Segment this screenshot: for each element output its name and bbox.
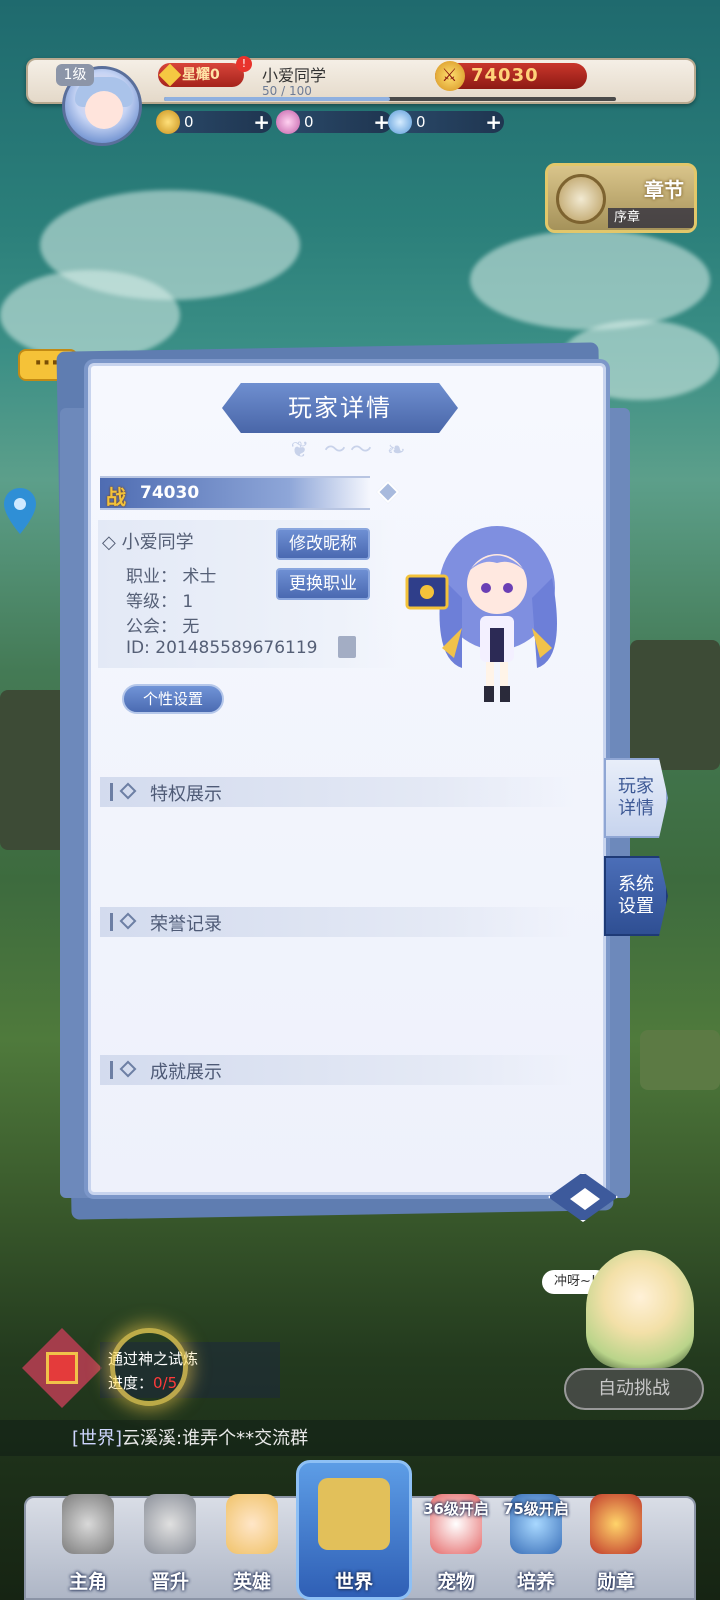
title-badge-label: 星耀0 bbox=[182, 67, 220, 83]
hero-character-image bbox=[405, 526, 557, 702]
nav-medals[interactable]: 勋章 bbox=[576, 1488, 656, 1600]
star-gem-icon bbox=[158, 63, 182, 87]
achievement-section-header: 成就展示 bbox=[100, 1055, 576, 1085]
chapter-button[interactable]: 章节 序章 bbox=[545, 163, 697, 233]
nav-heroes[interactable]: 英雄 bbox=[212, 1488, 292, 1600]
section-label: 荣誉记录 bbox=[150, 914, 222, 935]
gold-coin-icon bbox=[156, 110, 180, 134]
auto-challenge-button[interactable]: 自动挑战 bbox=[564, 1368, 704, 1410]
fairy-character-image[interactable] bbox=[586, 1250, 694, 1368]
nav-label: 勋章 bbox=[596, 1571, 635, 1593]
nav-lock-label: 36级开启 bbox=[423, 1500, 489, 1518]
level-value: 1 bbox=[182, 592, 194, 612]
knight-icon bbox=[62, 1494, 114, 1554]
add-blue-gem-button[interactable]: + bbox=[485, 111, 502, 133]
exp-text: 50 / 100 bbox=[262, 84, 312, 98]
tab-label: 系统 bbox=[618, 874, 654, 895]
guild-row: 公会： 无 bbox=[126, 617, 200, 637]
job-row: 职业： 术士 bbox=[126, 567, 217, 587]
blue-gem-resource: 0 + bbox=[388, 110, 504, 134]
id-value: 201485589676119 bbox=[155, 638, 318, 658]
section-label: 特权展示 bbox=[150, 784, 222, 805]
world-chat-message: [世界]云溪溪:谁弄个**交流群 bbox=[72, 1424, 308, 1450]
hero-icon bbox=[226, 1494, 278, 1554]
blue-gem-value: 0 bbox=[416, 113, 426, 131]
diamond-icon bbox=[119, 1060, 137, 1078]
chat-text: 谁弄个**交流群 bbox=[182, 1428, 309, 1449]
nav-lock-label: 75级开启 bbox=[503, 1500, 569, 1518]
player-name: 小爱同学 bbox=[262, 66, 327, 85]
copy-icon[interactable] bbox=[338, 636, 356, 658]
gold-value: 0 bbox=[184, 113, 194, 131]
tab-player-details[interactable]: 玩家 详情 bbox=[604, 758, 668, 838]
add-gold-button[interactable]: + bbox=[253, 111, 270, 133]
personal-settings-button[interactable]: 个性设置 bbox=[122, 684, 224, 714]
tab-label: 详情 bbox=[618, 798, 654, 819]
nav-world[interactable]: 世界 bbox=[296, 1460, 412, 1600]
nav-label: 世界 bbox=[334, 1571, 373, 1593]
quest-highlight-ring bbox=[110, 1328, 188, 1406]
sword-emblem-icon: ⚔ bbox=[435, 61, 465, 91]
job-value: 术士 bbox=[182, 567, 217, 587]
world-map-icon bbox=[318, 1478, 390, 1550]
combat-power-value: 74030 bbox=[471, 65, 539, 86]
player-level-tag: 1级 bbox=[56, 64, 94, 86]
info-player-name: ◇ 小爱同学 bbox=[102, 532, 194, 553]
pink-gem-resource: 0 + bbox=[276, 110, 392, 134]
diamond-icon bbox=[119, 782, 137, 800]
nav-label: 培养 bbox=[516, 1571, 555, 1593]
nav-label: 宠物 bbox=[436, 1571, 475, 1593]
nav-promotion[interactable]: 晋升 bbox=[130, 1488, 210, 1600]
pink-gem-value: 0 bbox=[304, 113, 314, 131]
privilege-section-header: 特权展示 bbox=[100, 777, 576, 807]
gold-resource: 0 + bbox=[156, 110, 272, 134]
back-arrow-icon bbox=[570, 1188, 600, 1210]
tab-label: 玩家 bbox=[618, 776, 654, 797]
nav-hero-main[interactable]: 主角 bbox=[48, 1488, 128, 1600]
chat-sender: 云溪溪: bbox=[122, 1428, 183, 1449]
diamond-icon bbox=[119, 912, 137, 930]
combat-power-display: ⚔ 74030 bbox=[435, 61, 587, 91]
id-row: ID: 201485589676119 bbox=[126, 638, 318, 658]
nav-label: 英雄 bbox=[232, 1571, 271, 1593]
map-pin-icon[interactable] bbox=[2, 486, 38, 536]
chat-channel: [世界] bbox=[72, 1428, 123, 1449]
background-rock bbox=[640, 1030, 720, 1090]
background-cloud bbox=[0, 270, 180, 360]
nav-pets[interactable]: 36级开启 宠物 bbox=[416, 1488, 496, 1600]
tab-system-settings[interactable]: 系统 设置 bbox=[604, 856, 668, 936]
gift-icon[interactable] bbox=[22, 1328, 102, 1408]
tab-label: 设置 bbox=[618, 896, 654, 917]
notification-badge: ! bbox=[236, 56, 252, 72]
chapter-title: 章节 bbox=[644, 178, 684, 202]
section-label: 成就展示 bbox=[150, 1062, 222, 1083]
nav-label: 主角 bbox=[68, 1571, 107, 1593]
guild-value: 无 bbox=[182, 617, 200, 637]
panel-power-row: 战 74030 bbox=[100, 476, 400, 510]
pink-gem-icon bbox=[276, 110, 300, 134]
title-badge[interactable]: 星耀0 bbox=[158, 63, 244, 87]
crossed-swords-icon bbox=[144, 1494, 196, 1554]
compass-icon bbox=[556, 174, 606, 224]
nav-training[interactable]: 75级开启 培养 bbox=[496, 1488, 576, 1600]
chapter-subtitle: 序章 bbox=[608, 208, 694, 228]
background-rock bbox=[630, 640, 720, 770]
medal-icon bbox=[590, 1494, 642, 1554]
rename-button[interactable]: 修改昵称 bbox=[276, 528, 370, 560]
exp-bar-fill bbox=[164, 97, 390, 101]
panel-title: 玩家详情 bbox=[222, 383, 458, 433]
blue-gem-icon bbox=[388, 110, 412, 134]
power-value: 74030 bbox=[140, 483, 200, 503]
change-job-button[interactable]: 更换职业 bbox=[276, 568, 370, 600]
background-cloud bbox=[470, 230, 710, 330]
title-ornament: ❦ ～～ ❧ bbox=[290, 438, 410, 463]
honor-section-header: 荣誉记录 bbox=[100, 907, 576, 937]
nav-label: 晋升 bbox=[150, 1571, 189, 1593]
power-label: 战 bbox=[106, 485, 126, 509]
level-row: 等级： 1 bbox=[126, 592, 194, 612]
